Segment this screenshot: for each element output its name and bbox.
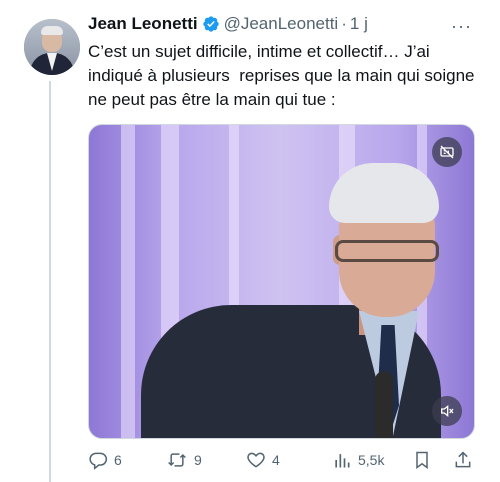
timestamp[interactable]: 1 j xyxy=(350,14,368,34)
tweet-content: Jean Leonetti @JeanLeonetti · 1 j ··· C’… xyxy=(88,12,486,112)
more-icon[interactable]: ··· xyxy=(451,16,472,37)
gif-off-icon[interactable] xyxy=(432,137,462,167)
verified-badge-icon xyxy=(202,15,220,33)
mute-icon[interactable] xyxy=(432,396,462,426)
bookmark-icon xyxy=(416,451,428,469)
glasses xyxy=(335,240,439,262)
video-player[interactable] xyxy=(88,124,475,439)
like-count: 4 xyxy=(272,452,280,468)
tweet-header: Jean Leonetti @JeanLeonetti · 1 j xyxy=(88,12,486,36)
share-button[interactable] xyxy=(453,449,473,471)
avatar-column xyxy=(24,19,80,75)
reply-icon xyxy=(89,452,108,470)
like-button[interactable]: 4 xyxy=(246,449,280,471)
bookmark-button[interactable] xyxy=(412,449,432,471)
views-icon xyxy=(335,454,350,468)
author-handle[interactable]: @JeanLeonetti xyxy=(224,14,339,34)
reply-count: 6 xyxy=(114,452,122,468)
like-icon xyxy=(247,452,265,468)
reply-button[interactable]: 6 xyxy=(88,449,122,471)
views-button[interactable]: 5,5k xyxy=(332,449,384,471)
separator: · xyxy=(341,14,347,33)
action-bar: 6 9 4 5,5k xyxy=(88,449,486,471)
thread-line xyxy=(49,81,51,482)
retweet-button[interactable]: 9 xyxy=(166,449,202,471)
microphone xyxy=(375,371,393,438)
avatar[interactable] xyxy=(24,19,80,75)
share-icon xyxy=(455,451,471,468)
retweet-count: 9 xyxy=(194,452,202,468)
retweet-icon xyxy=(168,453,186,467)
tweet-text: C’est un sujet difficile, intime et coll… xyxy=(88,42,480,109)
views-count: 5,5k xyxy=(358,452,385,468)
author-name[interactable]: Jean Leonetti xyxy=(88,14,198,34)
